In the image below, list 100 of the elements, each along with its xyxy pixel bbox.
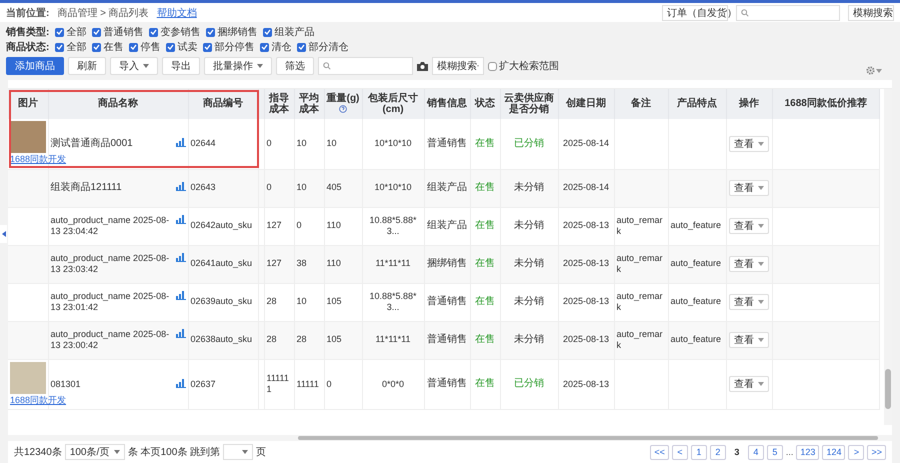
collapse-handle[interactable] bbox=[0, 225, 7, 243]
table-cell: 28 bbox=[264, 283, 294, 321]
table-cell: auto_remark bbox=[614, 283, 668, 321]
filter-checkbox[interactable]: 变参销售 bbox=[149, 25, 200, 39]
checkbox-box[interactable] bbox=[92, 28, 102, 36]
filter-checkbox[interactable]: 试卖 bbox=[166, 40, 198, 54]
filter-checkbox[interactable]: 在售 bbox=[92, 40, 124, 54]
caret-icon bbox=[114, 450, 120, 454]
filter-checkbox[interactable]: 停售 bbox=[129, 40, 160, 54]
column-header: 销售信息 bbox=[424, 89, 470, 119]
search-mode-select[interactable]: 模糊搜索 bbox=[848, 4, 894, 20]
view-dropdown-button[interactable]: 查看 bbox=[729, 256, 769, 272]
dropdown-button[interactable]: 导入 bbox=[110, 57, 158, 75]
filter-checkbox[interactable]: 全部 bbox=[55, 40, 86, 54]
view-dropdown-button[interactable]: 查看 bbox=[729, 376, 769, 392]
view-dropdown-button[interactable]: 查看 bbox=[729, 218, 769, 234]
filter-checkbox[interactable]: 部分停售 bbox=[203, 40, 254, 54]
page-size-select[interactable]: 100条/页 bbox=[64, 444, 125, 460]
bar-chart-icon[interactable] bbox=[176, 214, 186, 224]
distribution-text: 未分销 bbox=[514, 220, 544, 231]
toolbar-button[interactable]: 导出 bbox=[162, 57, 200, 75]
bar-chart-icon[interactable] bbox=[176, 378, 186, 388]
table-cell: 10 bbox=[294, 283, 324, 321]
column-header: 产品特点 bbox=[668, 89, 726, 119]
table-cell: 0 bbox=[264, 119, 294, 169]
top-search-field[interactable] bbox=[736, 4, 840, 20]
table-cell: auto_feature bbox=[668, 283, 726, 321]
filter-checkbox[interactable]: 清仓 bbox=[260, 40, 292, 54]
expand-search-checkbox[interactable]: 扩大检索范围 bbox=[488, 59, 559, 73]
table-cell: auto_remark bbox=[614, 207, 668, 245]
scope-select[interactable]: 订单（自发货） bbox=[662, 4, 728, 20]
toolbar-button[interactable]: 刷新 bbox=[68, 57, 106, 75]
view-dropdown-button[interactable]: 查看 bbox=[729, 180, 769, 196]
table-cell: 普通销售 bbox=[424, 283, 470, 321]
filter-checkbox[interactable]: 普通销售 bbox=[92, 25, 144, 39]
settings-icon[interactable] bbox=[866, 66, 875, 75]
view-dropdown-button[interactable]: 查看 bbox=[729, 294, 769, 310]
filter-checkbox[interactable]: 部分清仓 bbox=[297, 40, 348, 54]
search-mode-select[interactable]: 模糊搜索 bbox=[432, 57, 484, 75]
bar-chart-icon[interactable] bbox=[176, 138, 186, 146]
column-header: 商品编号 bbox=[188, 89, 258, 119]
page-button[interactable]: 5 bbox=[766, 444, 783, 460]
table-cell: 11*11*11 bbox=[362, 321, 424, 359]
page-jump-select[interactable] bbox=[223, 444, 254, 460]
caret-icon bbox=[758, 382, 764, 386]
checkbox-box[interactable] bbox=[92, 42, 102, 52]
bar-chart-icon[interactable] bbox=[176, 252, 186, 262]
bar-chart-icon[interactable] bbox=[176, 290, 186, 300]
camera-icon[interactable] bbox=[417, 62, 428, 70]
checkbox-box[interactable] bbox=[129, 42, 138, 52]
toolbar-button[interactable]: 筛选 bbox=[276, 57, 314, 75]
distribution-text: 未分销 bbox=[514, 182, 544, 193]
table-cell: 组装产品 bbox=[424, 207, 470, 245]
page-button[interactable]: << bbox=[650, 444, 669, 460]
page-button[interactable]: 1 bbox=[690, 444, 707, 460]
bar-chart-icon[interactable] bbox=[176, 328, 186, 338]
table-cell: 02642auto_sku bbox=[188, 207, 258, 245]
checkbox-box[interactable] bbox=[297, 42, 306, 52]
help-link[interactable]: 帮助文档 bbox=[156, 6, 197, 20]
checkbox-box[interactable] bbox=[149, 28, 158, 36]
checkbox-box[interactable] bbox=[55, 28, 64, 36]
table-cell: 10.88*5.88*3... bbox=[362, 283, 424, 321]
view-dropdown-button[interactable]: 查看 bbox=[729, 332, 769, 348]
checkbox-box[interactable] bbox=[263, 28, 272, 36]
page-button[interactable]: 123 bbox=[796, 444, 820, 460]
filter-checkbox[interactable]: 捆绑销售 bbox=[206, 25, 258, 39]
table-cell: 405 bbox=[324, 169, 362, 207]
table-cell: 02641auto_sku bbox=[188, 245, 258, 283]
similar-product-link[interactable]: 1688同款开发 bbox=[10, 394, 66, 406]
checkbox-box[interactable] bbox=[260, 42, 270, 52]
status-text: 在售 bbox=[475, 258, 495, 269]
page-button[interactable]: >> bbox=[867, 444, 886, 460]
checkbox-box[interactable] bbox=[166, 42, 176, 52]
page-button[interactable]: 4 bbox=[748, 444, 764, 460]
breadcrumb-label: 当前位置: bbox=[6, 6, 50, 20]
vertical-scrollbar[interactable] bbox=[884, 89, 892, 425]
similar-product-link[interactable]: 1688同款开发 bbox=[10, 153, 66, 165]
ellipsis: ... bbox=[786, 447, 794, 457]
checkbox-box[interactable] bbox=[203, 42, 212, 52]
bar-chart-icon[interactable] bbox=[176, 182, 186, 191]
page-button[interactable]: < bbox=[672, 444, 688, 460]
checkbox-box[interactable] bbox=[206, 28, 216, 36]
filter-checkbox[interactable]: 组装产品 bbox=[263, 25, 314, 39]
page-button[interactable]: 124 bbox=[822, 444, 846, 460]
checkbox-box[interactable] bbox=[488, 62, 497, 70]
filter-checkbox[interactable]: 全部 bbox=[55, 25, 86, 39]
dropdown-button[interactable]: 批量操作 bbox=[204, 57, 272, 75]
caret-icon bbox=[758, 262, 764, 266]
search-field[interactable] bbox=[318, 57, 413, 75]
view-dropdown-button[interactable]: 查看 bbox=[729, 136, 769, 152]
add-product-button[interactable]: 添加商品 bbox=[6, 57, 64, 75]
total-count: 共12340条 bbox=[14, 446, 62, 459]
column-header: 云卖供应商是否分销 bbox=[500, 89, 558, 119]
table-cell: 2025-08-14 bbox=[558, 169, 614, 207]
table-cell: auto_remark bbox=[614, 245, 668, 283]
checkbox-box[interactable] bbox=[55, 42, 64, 52]
page-button[interactable]: > bbox=[848, 444, 864, 460]
status-text: 在售 bbox=[475, 138, 495, 148]
table-cell: 2025-08-13 bbox=[558, 321, 614, 359]
page-button[interactable]: 2 bbox=[710, 444, 726, 460]
